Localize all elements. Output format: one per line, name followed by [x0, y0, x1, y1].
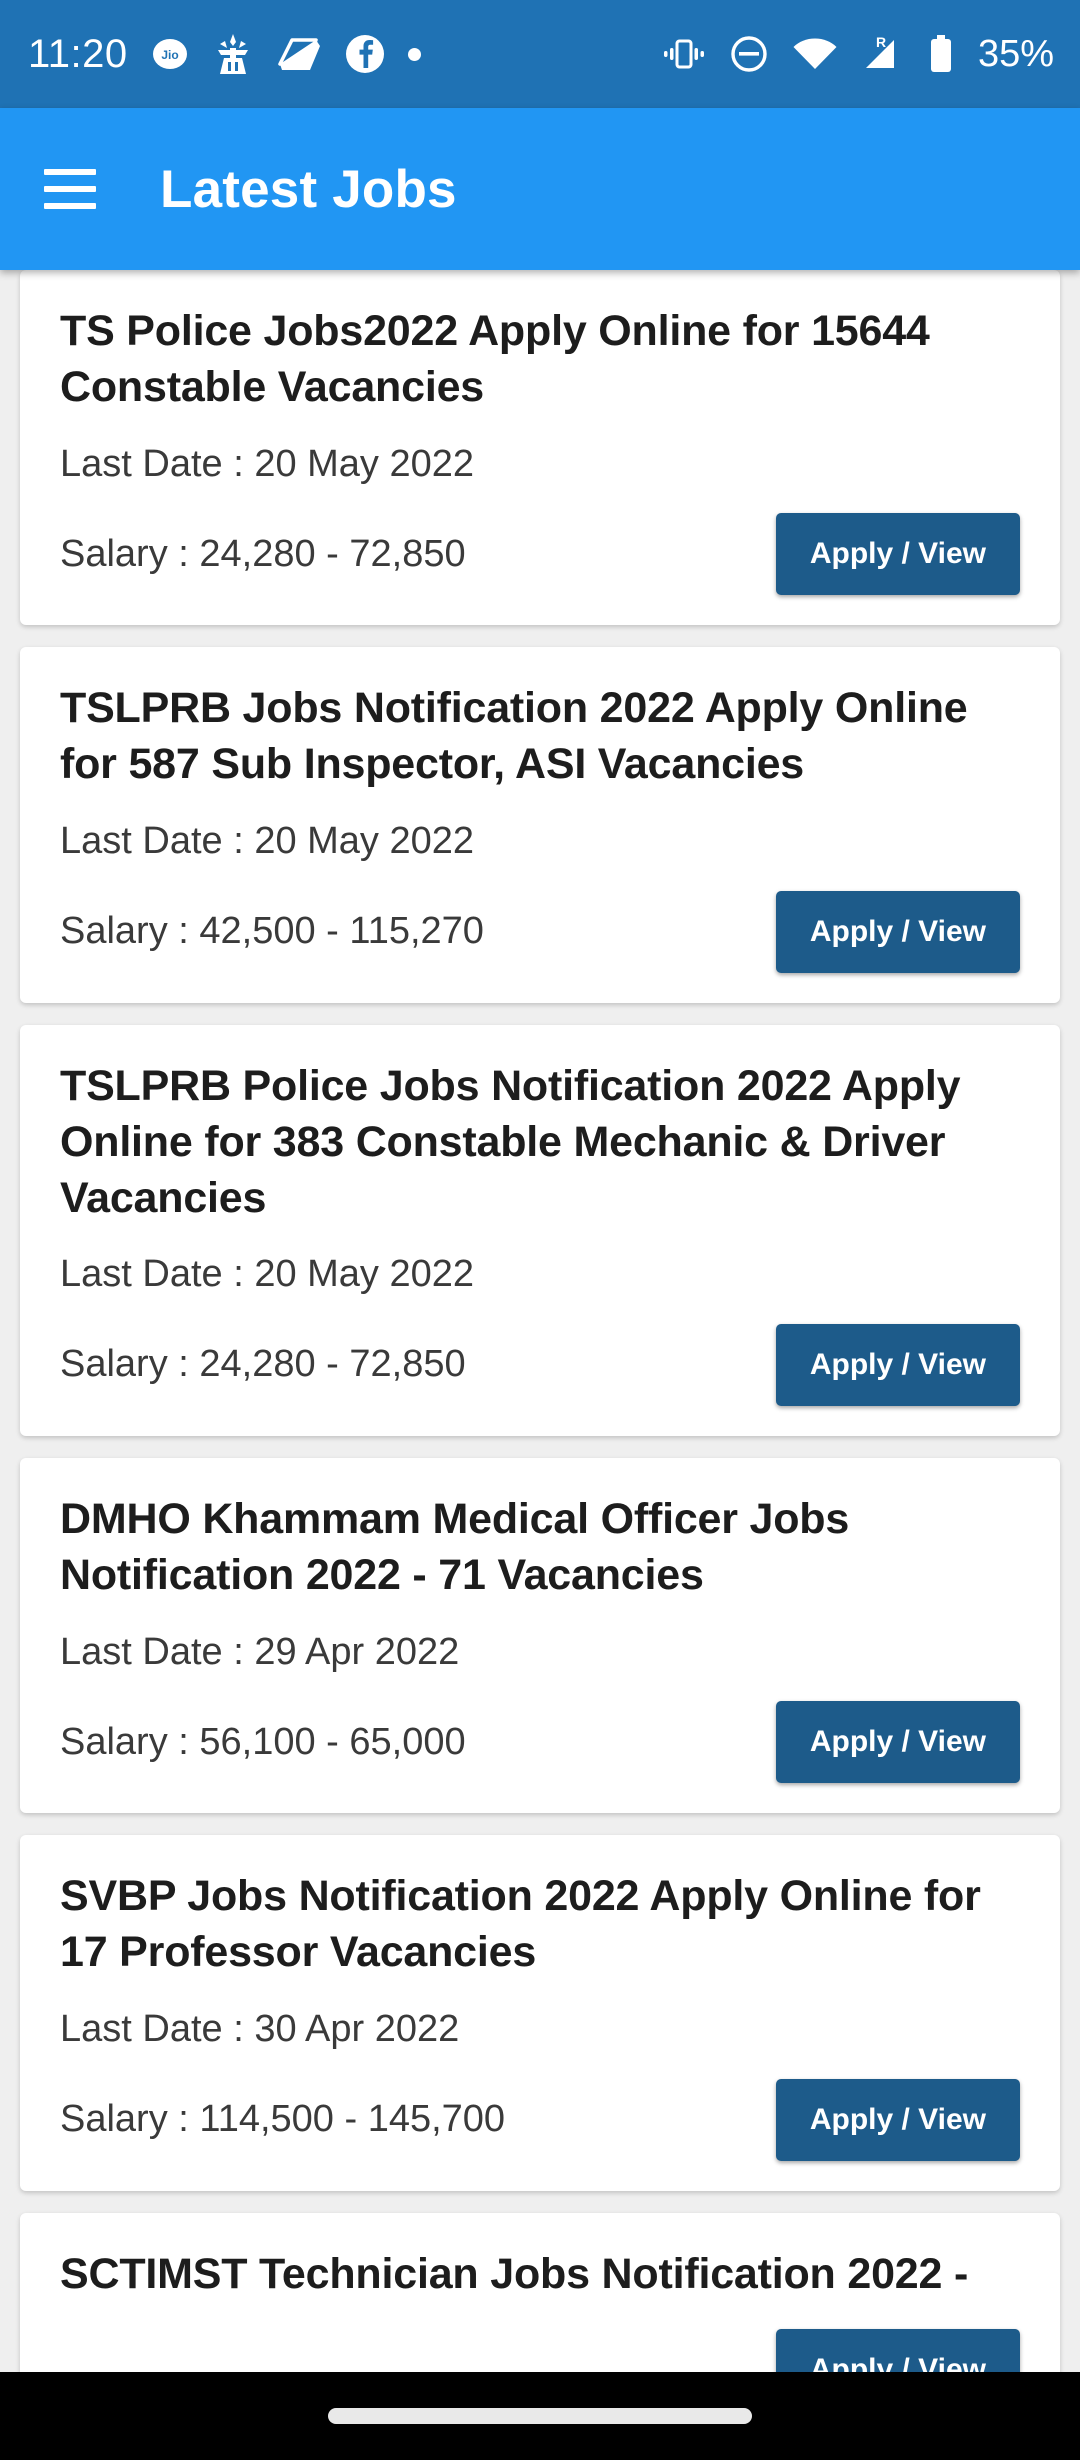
- job-card[interactable]: DMHO Khammam Medical Officer Jobs Notifi…: [20, 1458, 1060, 1814]
- job-title: SVBP Jobs Notification 2022 Apply Online…: [60, 1872, 981, 1977]
- job-list[interactable]: TS Police Jobs2022 Apply Online for 1564…: [0, 270, 1080, 2372]
- status-bar-right: R 35%: [662, 33, 1054, 75]
- hamburger-menu-icon[interactable]: [44, 169, 96, 209]
- svg-text:R: R: [876, 34, 886, 50]
- job-card[interactable]: TS Police Jobs2022 Apply Online for 1564…: [20, 270, 1060, 626]
- job-card[interactable]: SCTIMST Technician Jobs Notification 202…: [20, 2212, 1060, 2372]
- job-card-footer: Salary : 56,100 - 65,000 Apply / View: [60, 1701, 1020, 1784]
- deity-lamp-icon: [212, 32, 254, 76]
- job-last-date: Last Date : 20 May 2022: [60, 442, 475, 485]
- job-card-footer: Salary : 24,280 - 72,850 Apply / View: [60, 1324, 1020, 1407]
- job-card[interactable]: TSLPRB Jobs Notification 2022 Apply Onli…: [20, 647, 1060, 1003]
- vibrate-icon: [662, 35, 706, 73]
- apply-view-button[interactable]: Apply / View: [775, 2328, 1020, 2372]
- do-not-disturb-icon: [728, 33, 770, 75]
- status-bar-clock: 11:20: [28, 32, 128, 76]
- svg-text:Jio: Jio: [161, 48, 178, 62]
- apply-view-button[interactable]: Apply / View: [775, 513, 1020, 596]
- job-title: TS Police Jobs2022 Apply Online for 1564…: [60, 307, 930, 411]
- apply-view-button[interactable]: Apply / View: [775, 890, 1020, 973]
- status-bar-left: 11:20 Jio: [28, 32, 421, 76]
- home-gesture-pill[interactable]: [328, 2408, 752, 2424]
- page-title: Latest Jobs: [160, 159, 457, 219]
- job-last-date: Last Date : 30 Apr 2022: [60, 2008, 460, 2051]
- battery-percent-label: 35%: [977, 33, 1054, 75]
- job-title: SCTIMST Technician Jobs Notification 202…: [60, 2249, 969, 2298]
- dot-icon: [407, 47, 421, 61]
- job-salary: Salary : 24,280 - 72,850: [60, 1343, 466, 1386]
- job-salary: Salary : 42,500 - 115,270: [60, 909, 484, 952]
- job-last-date: Last Date : 29 Apr 2022: [60, 1630, 460, 1673]
- apply-view-button[interactable]: Apply / View: [775, 2078, 1020, 2161]
- job-card-footer: Salary : 114,500 - 145,700 Apply / View: [60, 2078, 1020, 2161]
- wifi-icon: [792, 36, 838, 72]
- job-card-footer: Salary : 24,280 - 72,850 Apply / View: [60, 513, 1020, 596]
- app-screen: 11:20 Jio R 35% Latest Jobs TS Police Jo…: [0, 0, 1080, 2460]
- job-last-date: Last Date : 20 May 2022: [60, 1253, 475, 1296]
- job-last-date: Last Date : 20 May 2022: [60, 820, 475, 863]
- job-salary: Salary : 114,500 - 145,700: [60, 2097, 506, 2140]
- jio-icon: Jio: [150, 34, 190, 74]
- status-bar: 11:20 Jio R 35%: [0, 0, 1080, 108]
- battery-icon: [928, 34, 954, 74]
- job-salary: Salary : 56,100 - 65,000: [60, 1720, 466, 1763]
- job-card-footer: Salary : 42,500 - 115,270 Apply / View: [60, 890, 1020, 973]
- apply-view-button[interactable]: Apply / View: [775, 1701, 1020, 1784]
- job-title: DMHO Khammam Medical Officer Jobs Notifi…: [60, 1495, 850, 1599]
- job-card[interactable]: TSLPRB Police Jobs Notification 2022 App…: [20, 1024, 1060, 1437]
- job-title: TSLPRB Police Jobs Notification 2022 App…: [60, 1061, 961, 1222]
- job-card-footer: Apply / View: [60, 2328, 1020, 2372]
- facebook-icon: [344, 33, 386, 75]
- system-navigation-bar: [0, 2372, 1080, 2460]
- signal-roaming-icon: R: [860, 34, 906, 74]
- job-card[interactable]: SVBP Jobs Notification 2022 Apply Online…: [20, 1835, 1060, 2191]
- apply-view-button[interactable]: Apply / View: [775, 1324, 1020, 1407]
- job-salary: Salary : 24,280 - 72,850: [60, 532, 466, 575]
- job-title: TSLPRB Jobs Notification 2022 Apply Onli…: [60, 684, 968, 789]
- scanner-icon: [276, 34, 322, 74]
- app-bar: Latest Jobs: [0, 108, 1080, 270]
